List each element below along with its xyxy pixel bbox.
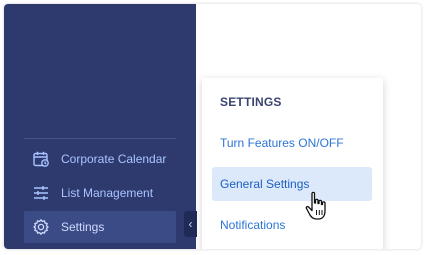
- calendar-icon: [32, 150, 50, 168]
- menu-item-turn-features[interactable]: Turn Features ON/OFF: [212, 126, 372, 160]
- menu-item-label: General Settings: [220, 177, 310, 191]
- menu-item-label: Turn Features ON/OFF: [220, 136, 344, 150]
- hand-pointer-icon: [305, 191, 326, 220]
- sidebar-item-label: Settings: [61, 220, 105, 234]
- app-window: Corporate Calendar List Management Setti…: [4, 4, 421, 249]
- sidebar-item-settings[interactable]: Settings: [24, 211, 176, 243]
- menu-item-general-settings[interactable]: General Settings: [212, 167, 372, 201]
- settings-flyout-menu: SETTINGS Turn Features ON/OFF General Se…: [202, 78, 383, 249]
- sidebar-item-label: Corporate Calendar: [61, 152, 167, 166]
- sidebar-item-label: List Management: [61, 186, 154, 200]
- chevron-left-icon: ‹: [188, 217, 193, 231]
- sidebar: Corporate Calendar List Management Setti…: [4, 4, 197, 249]
- sidebar-item-list-management[interactable]: List Management: [24, 177, 176, 209]
- sidebar-divider: [24, 138, 176, 139]
- sliders-icon: [32, 184, 50, 202]
- gear-icon: [32, 218, 50, 236]
- settings-menu-header: SETTINGS: [220, 95, 282, 109]
- menu-item-label: Notifications: [220, 218, 286, 232]
- sidebar-item-corporate-calendar[interactable]: Corporate Calendar: [24, 143, 176, 175]
- collapse-sidebar-button[interactable]: ‹: [184, 211, 197, 237]
- menu-item-notifications[interactable]: Notifications: [212, 208, 372, 242]
